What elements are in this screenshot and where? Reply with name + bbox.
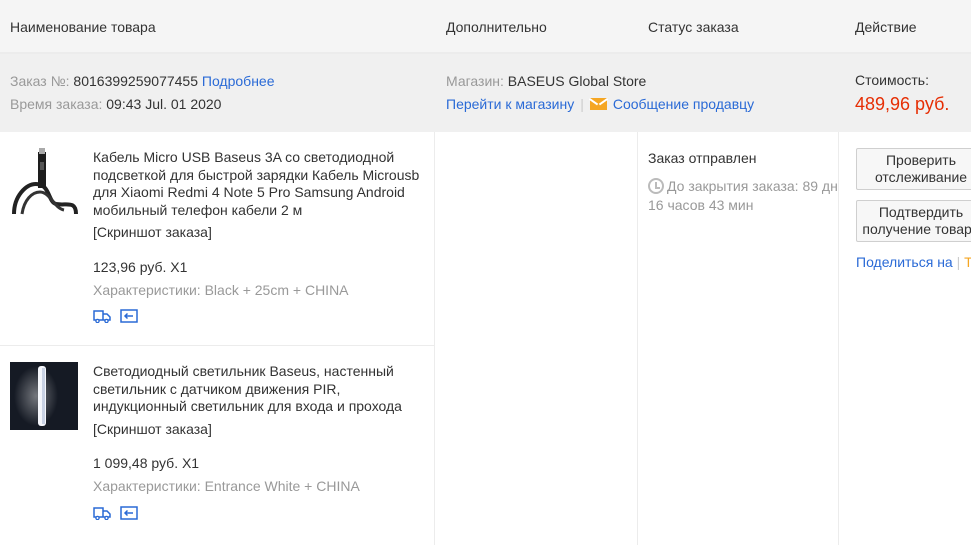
return-icon[interactable]: [120, 506, 138, 520]
order-time-label: Время заказа:: [10, 96, 103, 112]
truck-icon[interactable]: [93, 309, 111, 323]
mail-icon: [589, 98, 607, 110]
order-status-text: Заказ отправлен: [648, 150, 757, 166]
confirm-receipt-button[interactable]: Подтвердить получение товара: [856, 200, 971, 242]
share-line: Поделиться на | Т: [856, 254, 971, 270]
share-separator: |: [956, 254, 961, 270]
message-seller-link[interactable]: Сообщение продавцу: [613, 96, 754, 112]
column-divider: [838, 132, 839, 545]
order-details-link[interactable]: Подробнее: [202, 73, 275, 89]
truck-icon[interactable]: [93, 506, 111, 520]
order-close-timer: До закрытия заказа: 89 дн 16 часов 43 ми…: [648, 177, 838, 215]
store-name: BASEUS Global Store: [507, 73, 647, 89]
order-info-bar: Заказ №: 8016399259077455 Подробнее Врем…: [0, 54, 971, 132]
product-image-cable[interactable]: [10, 148, 78, 216]
product-title[interactable]: Светодиодный светильник Baseus, настенны…: [93, 363, 433, 416]
product-title[interactable]: Кабель Micro USB Baseus 3A со светодиодн…: [93, 149, 433, 219]
share-link[interactable]: Поделиться на: [856, 254, 953, 270]
order-screenshot-link[interactable]: [Скриншот заказа]: [93, 421, 212, 437]
product-price-qty: 123,96 руб. X1: [93, 259, 188, 275]
table-header: Наименование товара Дополнительно Статус…: [0, 0, 971, 54]
clock-icon: [648, 178, 664, 194]
store-label: Магазин:: [446, 73, 504, 89]
order-screenshot-link[interactable]: [Скриншот заказа]: [93, 224, 212, 240]
cost-value: 489,96 руб.: [855, 94, 950, 114]
order-number-line: Заказ №: 8016399259077455 Подробнее: [10, 73, 275, 89]
track-order-button[interactable]: Проверить отслеживание: [856, 148, 971, 190]
link-separator: |: [580, 96, 584, 112]
product-specs: Характеристики: Black + 25cm + CHINA: [93, 282, 349, 298]
column-divider: [637, 132, 638, 545]
item-divider: [0, 345, 434, 346]
header-additional: Дополнительно: [446, 19, 547, 35]
product-specs: Характеристики: Entrance White + CHINA: [93, 478, 360, 494]
share-tail[interactable]: Т: [964, 254, 971, 270]
product-image-lamp[interactable]: [10, 362, 78, 430]
order-time-line: Время заказа: 09:43 Jul. 01 2020: [10, 96, 221, 112]
header-product-name: Наименование товара: [10, 19, 156, 35]
header-action: Действие: [855, 19, 917, 35]
column-divider: [434, 132, 435, 545]
order-time-value: 09:43 Jul. 01 2020: [106, 96, 222, 112]
product-price-qty: 1 099,48 руб. X1: [93, 455, 200, 471]
header-order-status: Статус заказа: [648, 19, 739, 35]
order-number-value: 8016399259077455: [73, 73, 198, 89]
store-links: Перейти к магазину | Сообщение продавцу: [446, 96, 754, 112]
return-icon[interactable]: [120, 309, 138, 323]
cost-label: Стоимость:: [855, 72, 929, 88]
goto-store-link[interactable]: Перейти к магазину: [446, 96, 574, 112]
store-line: Магазин: BASEUS Global Store: [446, 73, 646, 89]
order-close-timer-text: До закрытия заказа: 89 дн 16 часов 43 ми…: [648, 178, 838, 213]
order-number-label: Заказ №:: [10, 73, 70, 89]
